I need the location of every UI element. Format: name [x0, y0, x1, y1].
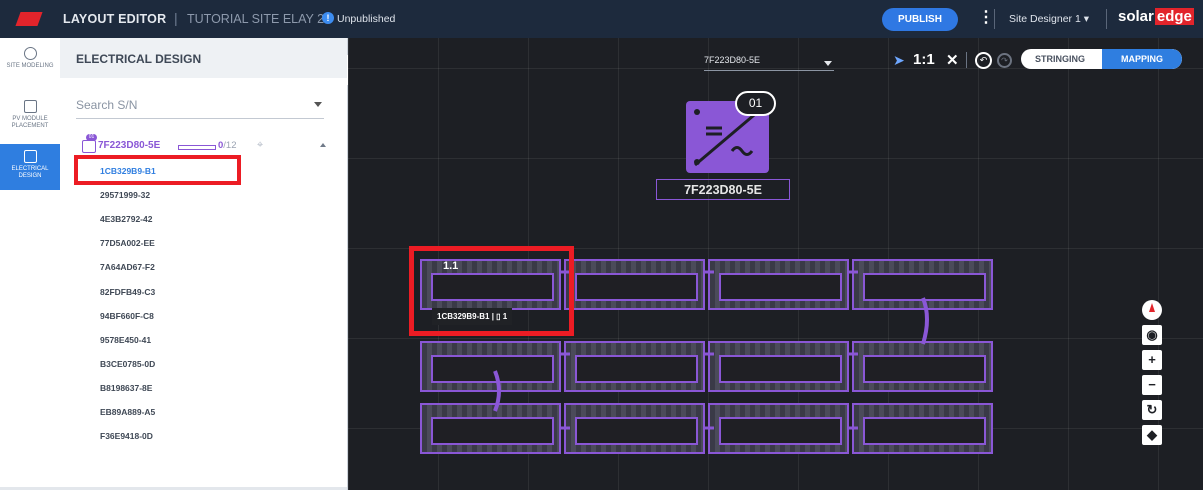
panel-header: ELECTRICAL DESIGN	[60, 38, 347, 78]
inverter-icon	[82, 140, 96, 153]
sidebar-item-label: PV MODULE PLACEMENT	[11, 116, 49, 129]
highlight-box	[74, 155, 241, 185]
serial-list-item[interactable]: 77D5A002-EE	[100, 238, 155, 248]
serial-search-input[interactable]: Search S/N	[76, 96, 324, 119]
assignment-progress-bar	[178, 145, 216, 150]
compass-icon[interactable]	[1142, 300, 1162, 320]
sidebar-item-label: ELECTRICAL DESIGN	[11, 166, 49, 179]
serial-list-item[interactable]: 4E3B2792-42	[100, 214, 152, 224]
inverter-badge: 01	[86, 134, 97, 141]
serial-list-item[interactable]: B8198637-8E	[100, 383, 152, 393]
divider	[994, 9, 995, 29]
left-sidebar: SITE MODELING PV MODULE PLACEMENT ELECTR…	[0, 38, 61, 490]
sidebar-item-pv-module-placement[interactable]: PV MODULE PLACEMENT	[0, 94, 60, 140]
electrical-design-panel: ELECTRICAL DESIGN Search S/N 01 7F223D80…	[60, 38, 348, 490]
serial-list-item[interactable]: 94BF660F-C8	[100, 311, 154, 321]
inverter-row[interactable]: 01 7F223D80-5E 0/12 ⌖	[82, 134, 332, 156]
sidebar-item-label: SITE MODELING	[6, 63, 54, 69]
info-icon[interactable]: !	[322, 12, 334, 24]
layers-icon[interactable]: ◆	[1142, 425, 1162, 445]
electrical-icon	[23, 150, 37, 163]
rotate-icon[interactable]: ↻	[1142, 400, 1162, 420]
user-menu[interactable]: Site Designer 1 ▾	[1009, 13, 1089, 25]
locate-icon[interactable]: ⌖	[257, 139, 263, 152]
sidebar-item-electrical-design[interactable]: ELECTRICAL DESIGN	[0, 144, 60, 190]
serial-list-item[interactable]: F36E9418-0D	[100, 431, 153, 441]
serial-list-item[interactable]: 9578E450-41	[100, 335, 151, 345]
zoom-out-button[interactable]: −	[1142, 375, 1162, 395]
serial-list-item[interactable]: 82FDFB49-C3	[100, 287, 155, 297]
serial-list-item[interactable]: B3CE0785-0D	[100, 359, 155, 369]
total-count: /12	[223, 140, 237, 151]
map-controls: ◉ + − ↻ ◆	[1142, 300, 1164, 450]
sidebar-item-site-modeling[interactable]: SITE MODELING	[0, 41, 60, 87]
zoom-in-button[interactable]: +	[1142, 350, 1162, 370]
panel-grid-icon	[23, 100, 37, 113]
highlight-box	[409, 246, 574, 336]
app-logo-icon[interactable]	[15, 12, 43, 26]
panel-title: ELECTRICAL DESIGN	[76, 52, 202, 66]
cube-icon	[23, 47, 37, 60]
inverter-label: 7F223D80-5E	[98, 140, 161, 151]
brand-logo: solar edge	[1118, 8, 1194, 25]
site-name: TUTORIAL SITE ELAY 2	[187, 12, 325, 26]
app-title: LAYOUT EDITOR	[63, 12, 167, 26]
chevron-down-icon[interactable]	[314, 102, 322, 107]
assignment-count: 0/12	[218, 140, 237, 151]
serial-list-item[interactable]: 29571999-32	[100, 190, 150, 200]
brand-text: solar	[1118, 8, 1154, 25]
more-menu-icon[interactable]: ⋮	[978, 8, 994, 28]
chevron-up-icon[interactable]	[320, 143, 326, 147]
top-bar: LAYOUT EDITOR | TUTORIAL SITE ELAY 2 ! U…	[0, 0, 1203, 38]
brand-edge: edge	[1154, 8, 1194, 25]
design-canvas[interactable]: 7F223D80-5E ➤ 1:1 ✕ ↶ ↷ STRINGING MAPPIN…	[348, 38, 1203, 490]
divider	[1106, 9, 1107, 29]
title-separator: |	[174, 10, 178, 26]
publish-status: Unpublished	[337, 13, 396, 25]
serial-list-item[interactable]: EB89A889-A5	[100, 407, 155, 417]
locate-center-icon[interactable]: ◉	[1142, 325, 1162, 345]
serial-list-item[interactable]: 7A64AD67-F2	[100, 262, 155, 272]
search-placeholder: Search S/N	[76, 98, 138, 112]
publish-button[interactable]: PUBLISH	[882, 8, 958, 31]
